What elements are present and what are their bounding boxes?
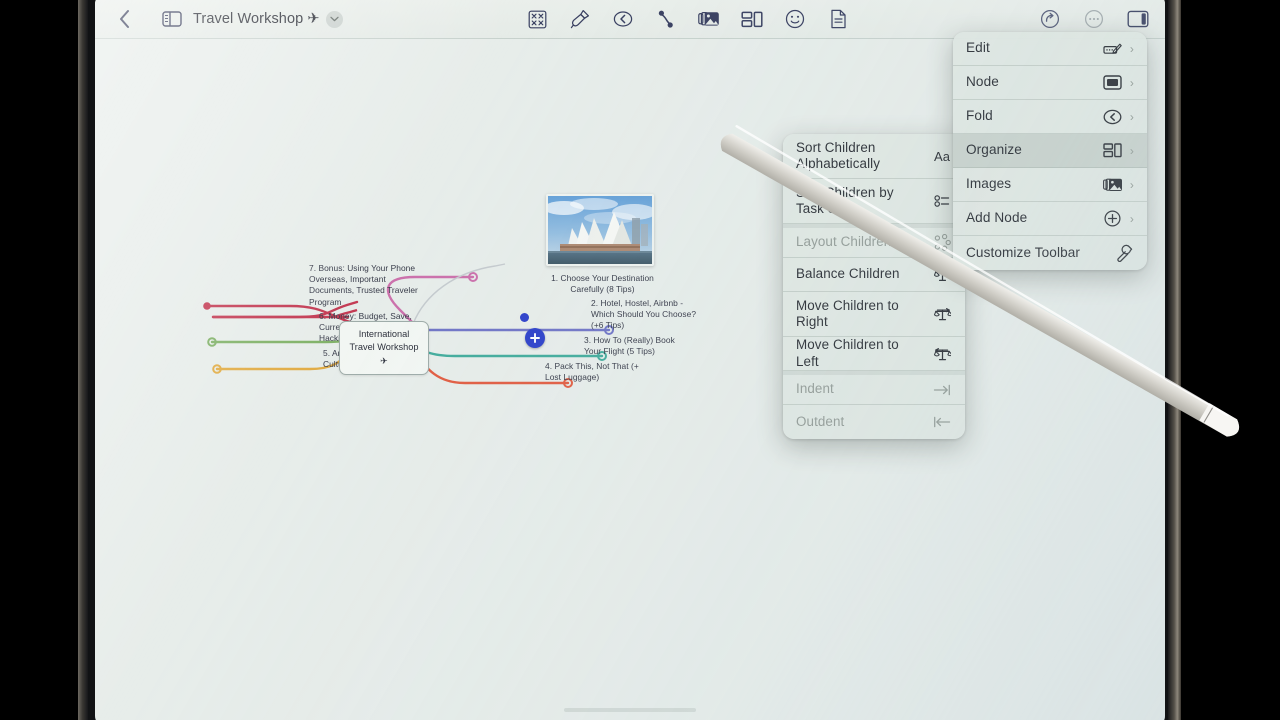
menu-item-images[interactable]: Images › [953, 168, 1147, 202]
menu-item-layout-children[interactable]: Layout Children [783, 224, 965, 258]
image-node[interactable] [546, 194, 654, 266]
main-context-menu[interactable]: Edit › Node › Fold › Organize › Images ›… [953, 32, 1147, 270]
node-selection-handle[interactable] [520, 313, 529, 322]
branch-node-4[interactable]: 4. Pack This, Not That (+ Lost Luggage) [545, 361, 655, 383]
indent-icon [932, 383, 952, 397]
menu-item-add-node[interactable]: Add Node › [953, 202, 1147, 236]
menu-item-label: Add Node [966, 210, 1028, 226]
home-indicator [564, 708, 696, 712]
menu-item-label: Fold [966, 108, 993, 124]
add-node-button[interactable] [525, 328, 545, 348]
node-icon [1103, 75, 1123, 90]
branch-node-7[interactable]: 7. Bonus: Using Your Phone Overseas, Imp… [309, 263, 427, 308]
balance-left-icon [932, 346, 952, 362]
organize-submenu[interactable]: Sort Children Alphabetically Aa Sort Chi… [783, 134, 965, 439]
branch-node-2[interactable]: 2. Hotel, Hostel, Airbnb - Which Should … [591, 298, 703, 332]
menu-item-label: Outdent [796, 413, 845, 429]
menu-item-fold[interactable]: Fold › [953, 100, 1147, 134]
layout-icon [932, 234, 952, 251]
tasklist-icon [932, 193, 952, 209]
chevron-right-icon: › [1129, 75, 1134, 90]
menu-item-label: Organize [966, 142, 1022, 158]
menu-item-label: Sort Children by Task State [796, 184, 894, 216]
tablet-screen: Travel Workshop ✈ 7. Bonus: Using Your P… [95, 0, 1165, 720]
tablet-right-edge [1168, 0, 1181, 720]
fold-icon [1103, 109, 1123, 125]
screenshot-stage: Travel Workshop ✈ 7. Bonus: Using Your P… [0, 0, 1280, 720]
menu-item-label: Move Children to Left [796, 337, 899, 369]
menu-item-label: Node [966, 74, 999, 90]
menu-item-balance-children[interactable]: Balance Children [783, 258, 965, 292]
tablet-left-edge [78, 0, 88, 720]
menu-item-label: Edit [966, 40, 990, 56]
chevron-right-icon: › [1129, 177, 1134, 192]
menu-item-sort-alphabetically[interactable]: Sort Children Alphabetically Aa [783, 134, 965, 179]
menu-item-organize[interactable]: Organize › [953, 134, 1147, 168]
menu-item-label: Move Children to Right [796, 297, 899, 329]
branch-node-1[interactable]: 1. Choose Your Destination Carefully (8 … [550, 273, 655, 295]
chevron-right-icon: › [1129, 109, 1134, 124]
balance-right-icon [932, 306, 952, 322]
menu-item-label: Layout Children [796, 234, 892, 250]
menu-item-customize-toolbar[interactable]: Customize Toolbar [953, 236, 1147, 270]
menu-item-sort-by-task-state[interactable]: Sort Children by Task State [783, 179, 965, 224]
menu-item-indent[interactable]: Indent [783, 371, 965, 405]
plus-circle-icon [1103, 210, 1123, 227]
images-icon [1102, 177, 1123, 193]
edit-icon [1103, 41, 1123, 57]
menu-item-node[interactable]: Node › [953, 66, 1147, 100]
chevron-right-icon: › [1129, 143, 1134, 158]
aa-icon: Aa [933, 148, 951, 164]
menu-item-label: Sort Children Alphabetically [796, 139, 881, 171]
branch-node-3[interactable]: 3. How To (Really) Book Your Flight (5 T… [584, 335, 694, 357]
menu-item-label: Balance Children [796, 266, 900, 282]
menu-item-label: Customize Toolbar [966, 244, 1081, 260]
menu-item-edit[interactable]: Edit › [953, 32, 1147, 66]
outdent-icon [932, 415, 952, 429]
chevron-right-icon: › [1129, 211, 1134, 226]
menu-item-outdent[interactable]: Outdent [783, 405, 965, 439]
chevron-right-icon: › [1129, 41, 1134, 56]
menu-item-move-children-left[interactable]: Move Children to Left [783, 337, 965, 371]
menu-item-label: Images [966, 176, 1012, 192]
balance-icon [932, 267, 952, 283]
menu-item-move-children-right[interactable]: Move Children to Right [783, 292, 965, 337]
organize-icon [1103, 143, 1123, 158]
wrench-icon [1114, 244, 1134, 262]
menu-item-label: Indent [796, 381, 834, 397]
central-node[interactable]: International Travel Workshop ✈ [339, 321, 429, 376]
